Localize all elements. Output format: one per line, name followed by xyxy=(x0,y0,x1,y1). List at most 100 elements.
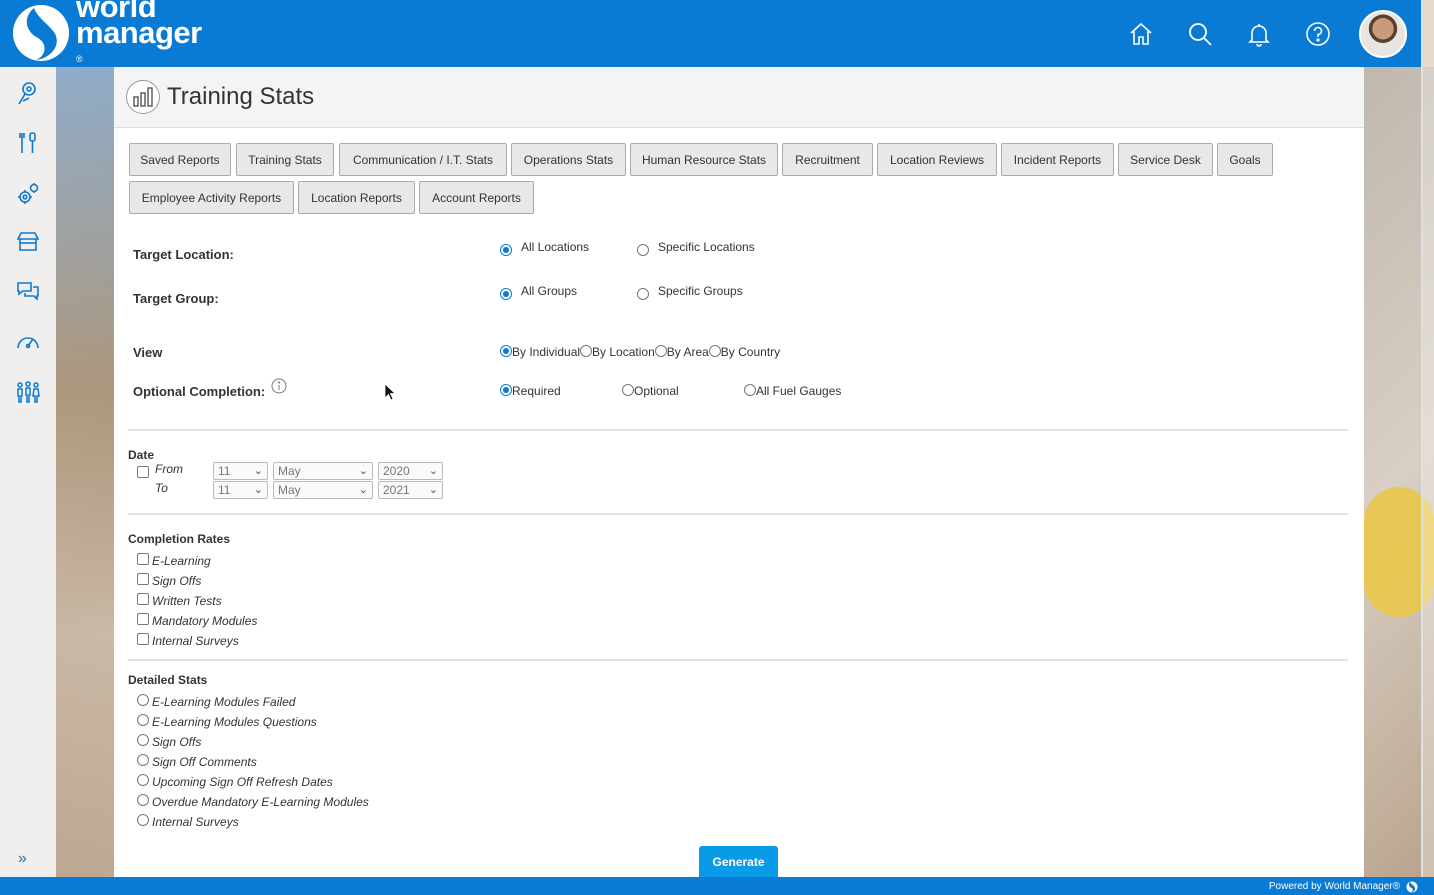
detailed-stat-radio[interactable] xyxy=(137,714,149,726)
bar-chart-icon xyxy=(126,80,160,114)
mandatory-modules-checkbox[interactable] xyxy=(137,613,149,625)
required-radio[interactable] xyxy=(500,384,512,396)
optional-option[interactable]: Optional xyxy=(622,382,679,398)
by-country-label[interactable]: By Country xyxy=(721,345,780,359)
tab-employee-activity-reports[interactable]: Employee Activity Reports xyxy=(129,181,294,214)
specific-locations-label: Specific Locations xyxy=(658,240,755,254)
specific-groups-option[interactable]: Specific Groups xyxy=(637,284,743,300)
gauge-icon[interactable] xyxy=(14,328,42,356)
tab-location-reviews[interactable]: Location Reviews xyxy=(877,143,997,176)
completion-rate-item[interactable]: Sign Offs xyxy=(137,570,201,588)
by-location-label[interactable]: By Location xyxy=(592,345,655,359)
gear-icon[interactable] xyxy=(14,180,42,208)
date-range-checkbox[interactable] xyxy=(137,466,149,478)
e-learning-checkbox[interactable] xyxy=(137,553,149,565)
chevron-down-icon: ⌄ xyxy=(428,465,438,477)
by-country-radio[interactable] xyxy=(708,345,721,357)
from-label: From xyxy=(155,462,183,476)
tab-saved-reports[interactable]: Saved Reports xyxy=(129,143,231,176)
from-year-select[interactable]: 2020 ⌄ xyxy=(378,462,443,480)
from-day-select[interactable]: 11 ⌄ xyxy=(213,462,268,480)
world-manager-logo[interactable]: world manager ® xyxy=(12,0,202,64)
detailed-stat-label: Upcoming Sign Off Refresh Dates xyxy=(152,775,333,789)
all-groups-option[interactable]: All Groups xyxy=(500,284,577,300)
detailed-stat-item[interactable]: Upcoming Sign Off Refresh Dates xyxy=(137,771,333,789)
by-location-radio[interactable] xyxy=(580,345,593,357)
chat-icon[interactable] xyxy=(14,277,42,305)
detailed-stat-item[interactable]: E-Learning Modules Failed xyxy=(137,691,295,709)
generate-button[interactable]: Generate xyxy=(699,846,778,877)
home-icon[interactable] xyxy=(1123,16,1159,52)
all-fuel-gauges-label: All Fuel Gauges xyxy=(756,384,842,398)
tab-human-resource-stats[interactable]: Human Resource Stats xyxy=(630,143,778,176)
specific-groups-radio[interactable] xyxy=(637,288,649,300)
tab-incident-reports[interactable]: Incident Reports xyxy=(1001,143,1114,176)
detailed-stat-radio[interactable] xyxy=(137,694,149,706)
bell-icon[interactable] xyxy=(1241,16,1277,52)
by-area-radio[interactable] xyxy=(654,345,667,357)
optional-label: Optional xyxy=(634,384,679,398)
search-icon[interactable] xyxy=(1182,16,1218,52)
view-options: By Individual By Location By Area By Cou… xyxy=(500,343,780,359)
specific-locations-option[interactable]: Specific Locations xyxy=(637,240,755,256)
to-month-select[interactable]: May ⌄ xyxy=(273,481,373,499)
all-locations-option[interactable]: All Locations xyxy=(500,240,589,256)
tab-goals[interactable]: Goals xyxy=(1217,143,1273,176)
detailed-stat-item[interactable]: E-Learning Modules Questions xyxy=(137,711,317,729)
user-avatar[interactable] xyxy=(1359,9,1407,58)
all-fuel-gauges-radio[interactable] xyxy=(744,384,756,396)
tab-service-desk[interactable]: Service Desk xyxy=(1118,143,1213,176)
tab-communication-it-stats[interactable]: Communication / I.T. Stats xyxy=(339,143,507,176)
completion-rate-item[interactable]: Written Tests xyxy=(137,590,222,608)
expand-sidebar-icon[interactable]: » xyxy=(18,850,27,868)
map-pin-icon[interactable] xyxy=(14,79,42,107)
all-locations-label: All Locations xyxy=(521,240,590,254)
detailed-stat-item[interactable]: Internal Surveys xyxy=(137,811,239,829)
tab-training-stats[interactable]: Training Stats xyxy=(236,143,334,176)
internal-surveys-checkbox[interactable] xyxy=(137,633,149,645)
info-icon[interactable] xyxy=(271,378,287,397)
required-option[interactable]: Required xyxy=(500,382,561,398)
tools-icon[interactable] xyxy=(14,129,42,157)
tab-operations-stats[interactable]: Operations Stats xyxy=(511,143,626,176)
by-individual-label[interactable]: By Individual xyxy=(512,345,580,359)
detailed-stat-radio[interactable] xyxy=(137,774,149,786)
chevron-down-icon: ⌄ xyxy=(358,484,368,496)
optional-radio[interactable] xyxy=(622,384,634,396)
all-locations-radio[interactable] xyxy=(500,244,512,256)
to-day-select[interactable]: 11 ⌄ xyxy=(213,481,268,499)
from-month-value: May xyxy=(278,464,301,478)
by-individual-radio[interactable] xyxy=(500,345,512,357)
to-label: To xyxy=(155,481,168,495)
tab-location-reports[interactable]: Location Reports xyxy=(298,181,415,214)
date-label: Date xyxy=(128,448,155,462)
help-icon[interactable] xyxy=(1300,16,1336,52)
all-fuel-gauges-option[interactable]: All Fuel Gauges xyxy=(744,382,841,398)
completion-rate-item[interactable]: Internal Surveys xyxy=(137,630,239,648)
logo-text-manager: manager xyxy=(76,15,202,50)
by-area-label[interactable]: By Area xyxy=(667,345,709,359)
tab-recruitment[interactable]: Recruitment xyxy=(782,143,873,176)
detailed-stat-item[interactable]: Overdue Mandatory E-Learning Modules xyxy=(137,791,369,809)
to-year-select[interactable]: 2021 ⌄ xyxy=(378,481,443,499)
all-groups-radio[interactable] xyxy=(500,288,512,300)
completion-rate-item[interactable]: E-Learning xyxy=(137,550,211,568)
detailed-stat-radio[interactable] xyxy=(137,754,149,766)
detailed-stat-radio[interactable] xyxy=(137,814,149,826)
store-icon[interactable] xyxy=(14,228,42,256)
specific-locations-radio[interactable] xyxy=(637,244,649,256)
written-tests-checkbox[interactable] xyxy=(137,593,149,605)
main-panel: Training Stats Saved Reports Training St… xyxy=(114,67,1364,877)
to-day-value: 11 xyxy=(218,483,231,497)
detailed-stat-item[interactable]: Sign Off Comments xyxy=(137,751,257,769)
completion-rate-item[interactable]: Mandatory Modules xyxy=(137,610,257,628)
tab-account-reports[interactable]: Account Reports xyxy=(419,181,534,214)
detailed-stat-item[interactable]: Sign Offs xyxy=(137,731,201,749)
from-month-select[interactable]: May ⌄ xyxy=(273,462,373,480)
footer-powered-by: Powered by World Manager® xyxy=(1268,881,1400,892)
detailed-stat-radio[interactable] xyxy=(137,794,149,806)
scrollbar-track[interactable] xyxy=(1421,0,1423,877)
sign-offs-checkbox[interactable] xyxy=(137,573,149,585)
detailed-stat-radio[interactable] xyxy=(137,734,149,746)
people-icon[interactable] xyxy=(14,378,42,406)
